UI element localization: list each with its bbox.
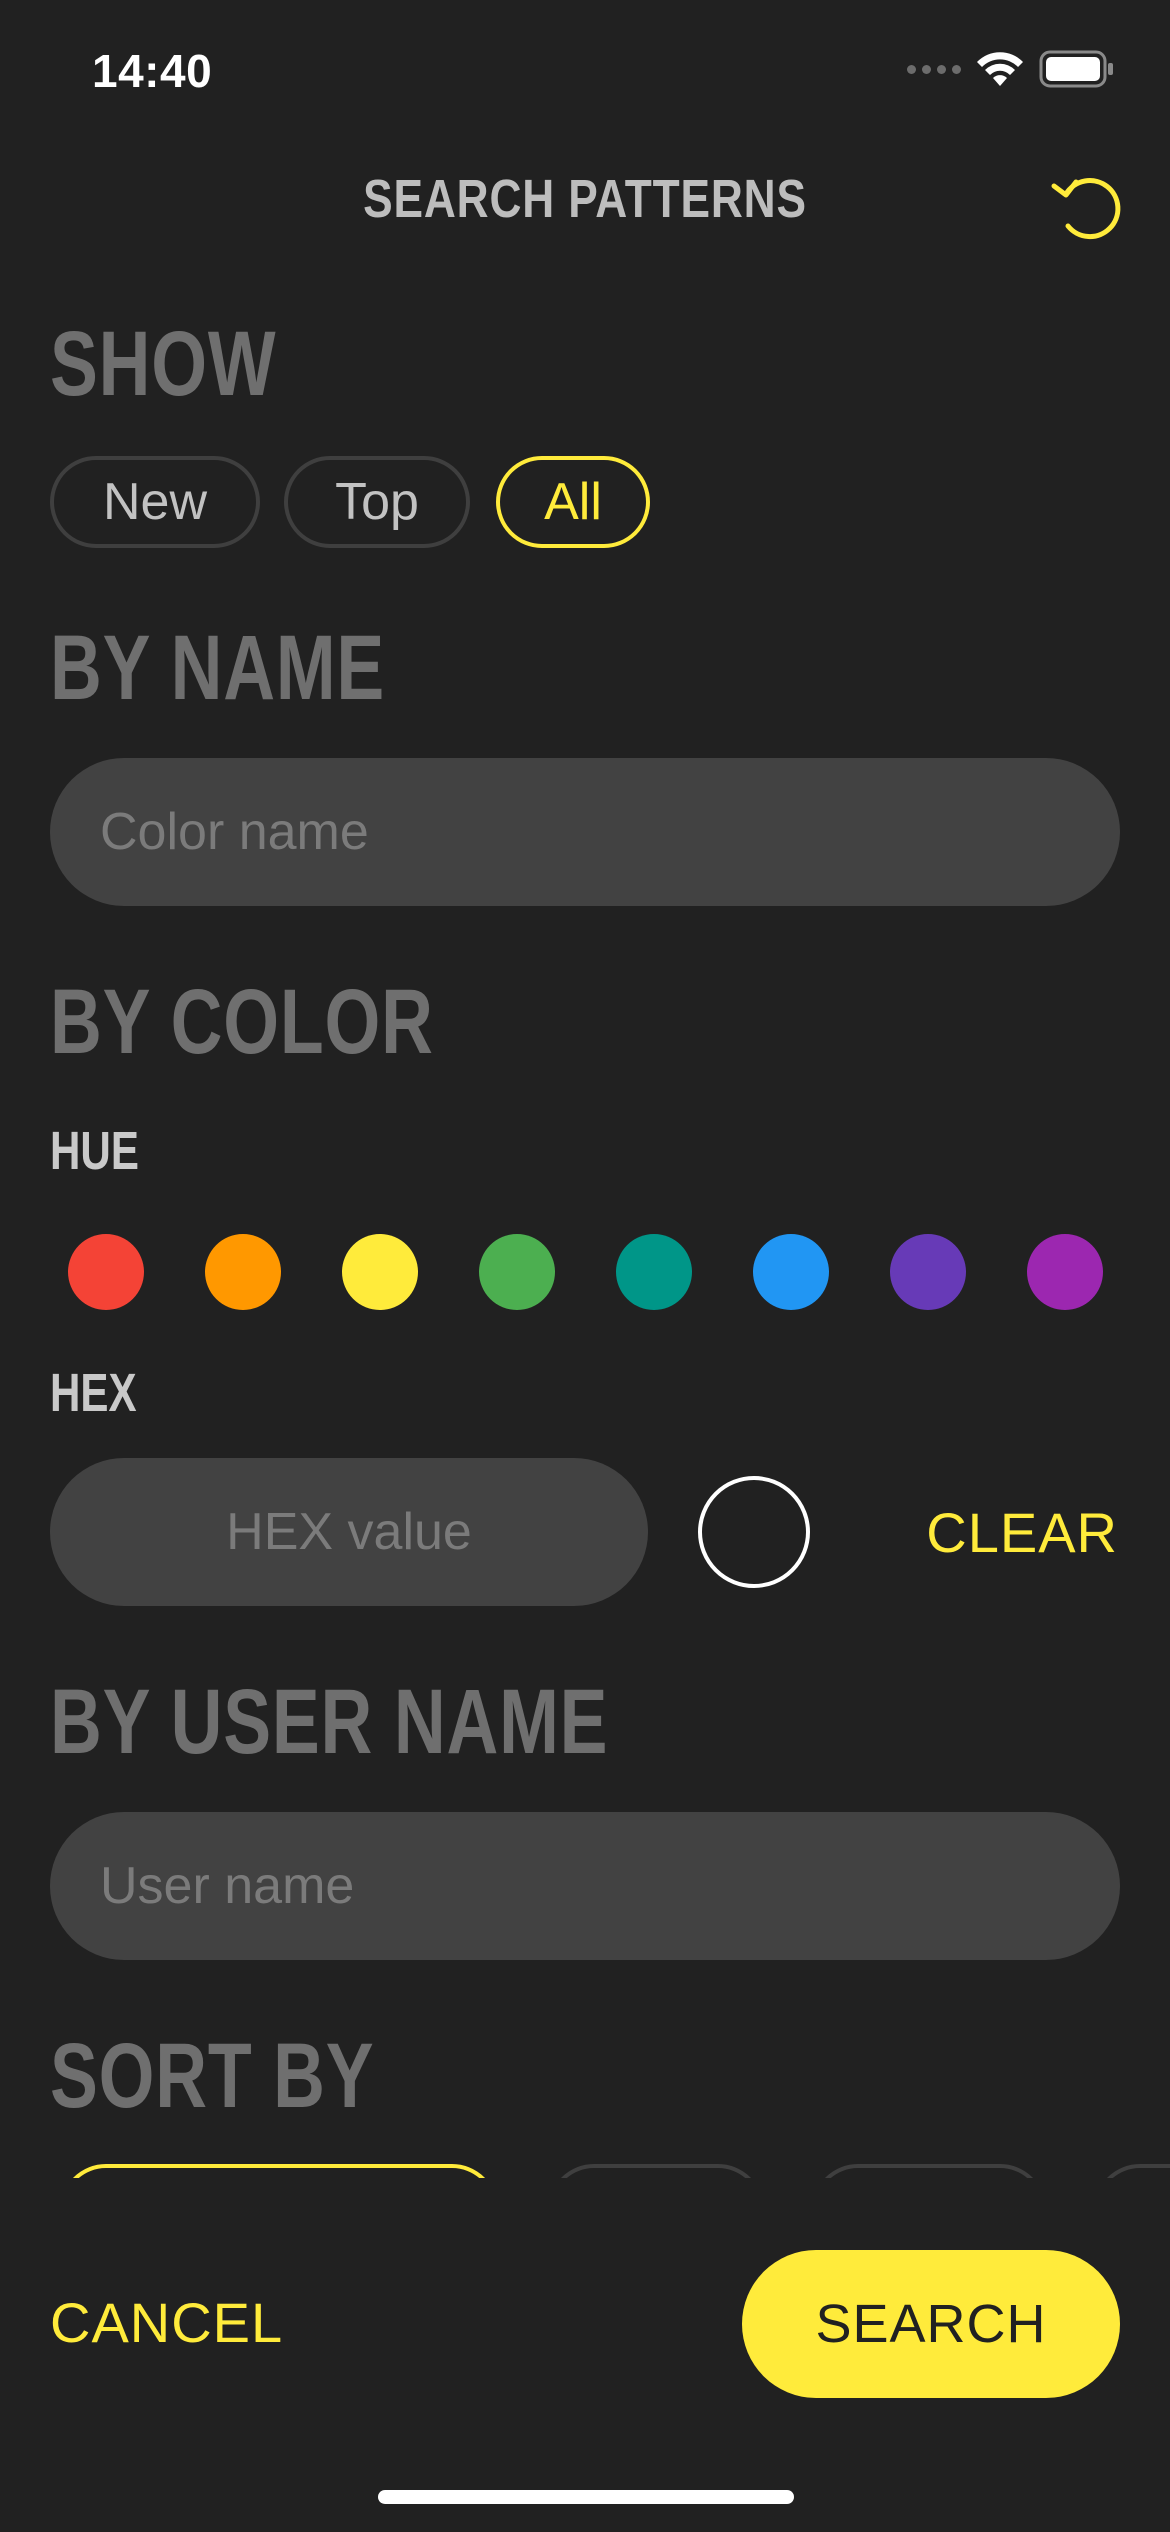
show-option-top[interactable]: Top (284, 456, 470, 548)
sort-by-section-title: SORT BY (50, 2025, 375, 2127)
hue-swatch-deep-purple[interactable] (890, 1234, 966, 1310)
sort-option[interactable] (812, 2164, 1046, 2178)
reset-button[interactable] (1046, 168, 1124, 246)
sort-option[interactable] (1094, 2164, 1170, 2178)
search-button[interactable]: SEARCH (742, 2250, 1120, 2398)
battery-icon (1039, 50, 1113, 88)
by-name-section-title: BY NAME (50, 617, 386, 719)
hex-color-preview (698, 1476, 810, 1588)
cancel-button[interactable]: CANCEL (50, 2290, 283, 2355)
hue-label: HUE (50, 1121, 139, 1181)
reset-icon (1051, 178, 1121, 240)
by-color-section-title: BY COLOR (50, 971, 434, 1073)
show-option-new[interactable]: New (50, 456, 260, 548)
signal-icon (907, 64, 961, 74)
status-time: 14:40 (92, 45, 213, 97)
by-user-name-section-title: BY USER NAME (50, 1671, 609, 1773)
show-option-all[interactable]: All (496, 456, 650, 548)
hue-swatch-orange[interactable] (205, 1234, 281, 1310)
hue-swatch-green[interactable] (479, 1234, 555, 1310)
hue-swatch-red[interactable] (68, 1234, 144, 1310)
hue-swatch-purple[interactable] (1027, 1234, 1103, 1310)
wifi-icon (977, 52, 1023, 86)
hue-swatch-yellow[interactable] (342, 1234, 418, 1310)
sort-options-row (0, 2150, 1170, 2178)
page-title: SEARCH PATTERNS (363, 169, 807, 229)
hue-swatch-blue[interactable] (753, 1234, 829, 1310)
hex-value-input[interactable] (50, 1458, 648, 1606)
clear-hex-button[interactable]: CLEAR (926, 1500, 1118, 1565)
sort-option-selected[interactable] (60, 2164, 498, 2178)
color-name-input[interactable] (50, 758, 1120, 906)
hex-label: HEX (50, 1363, 137, 1423)
hue-swatch-teal[interactable] (616, 1234, 692, 1310)
status-icons (907, 50, 1115, 88)
home-indicator (378, 2490, 794, 2504)
show-section-title: SHOW (50, 313, 277, 415)
user-name-input[interactable] (50, 1812, 1120, 1960)
sort-option[interactable] (548, 2164, 764, 2178)
